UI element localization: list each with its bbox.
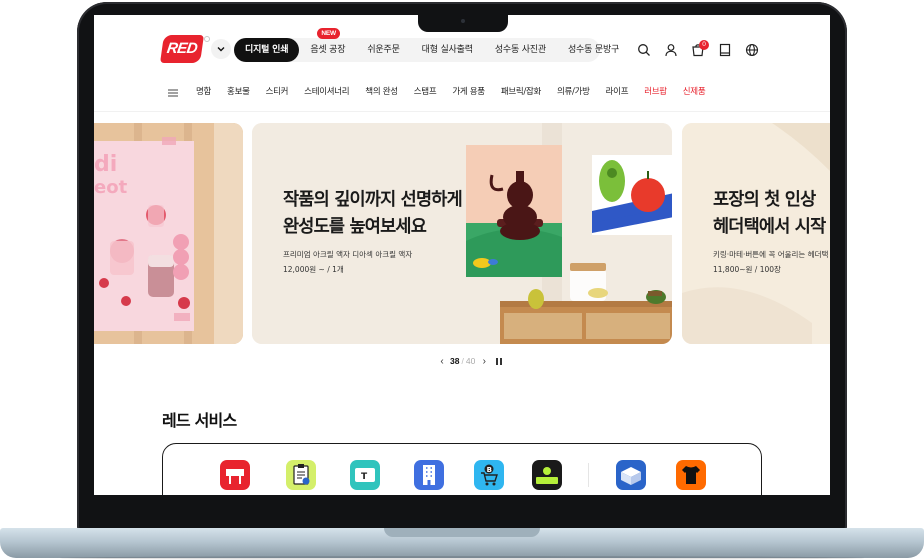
tab-large-format[interactable]: 대형 실사출력 (411, 38, 484, 62)
hero-center-title-line1: 작품의 깊이까지 선명하게 (283, 190, 463, 210)
hero-slide-prev[interactable]: di eot (94, 123, 243, 344)
hero-pager: ‹ 38 / 40 › (436, 354, 503, 368)
services-heading: 레드 서비스 (162, 411, 237, 430)
hero-center-title-line2: 완성도를 높여보세요 (283, 217, 427, 237)
new-badge: NEW (317, 28, 340, 39)
strawberry-poster-image: di eot (94, 123, 243, 344)
checklist-icon[interactable] (286, 460, 316, 490)
service-dropdown-button[interactable] (211, 39, 231, 59)
search-icon[interactable] (637, 43, 651, 57)
chevron-down-icon (217, 47, 225, 52)
svg-text:eot: eot (94, 177, 128, 198)
nav-item-lovepop[interactable]: 러브팝 (644, 84, 667, 100)
nav-item-business-card[interactable]: 명함 (196, 84, 211, 100)
top-service-tabs: 디지털 인쇄 NEW 음셋 공장 쉬운주문 대형 실사출력 성수동 사진관 성수… (234, 28, 619, 62)
shopping-cart-icon[interactable]: B (474, 460, 504, 490)
hero-right-title: 포장의 첫 인상 헤더택에서 시작 (713, 187, 826, 241)
hero-slide-current[interactable]: 작품의 깊이까지 선명하게 완성도를 높여보세요 프리미엄 아크릴 액자 디아섹… (252, 123, 672, 344)
nav-item-stationery[interactable]: 스테이셔너리 (304, 84, 349, 100)
user-icon[interactable] (664, 43, 678, 57)
camera-icon (461, 19, 465, 23)
pager-current: 38 (450, 356, 460, 366)
pager-total: 40 (465, 356, 476, 366)
nav-item-book[interactable]: 책의 완성 (365, 84, 398, 100)
nav-item-fabric[interactable]: 패브릭/잡화 (501, 84, 541, 100)
hamburger-menu-icon[interactable] (167, 87, 179, 99)
signboard-icon[interactable] (220, 460, 250, 490)
nav-item-new-products[interactable]: 신제품 (683, 84, 706, 100)
pause-icon[interactable] (496, 357, 503, 365)
camera-notch (418, 14, 508, 32)
tab-stationery[interactable]: 성수동 문방구 (557, 38, 630, 62)
browser-screen: RED 디지털 인쇄 NEW 음셋 공장 쉬운주문 대형 실사출력 성수동 사진… (94, 15, 830, 495)
tab-offset-factory[interactable]: NEW 음셋 공장 (299, 28, 356, 62)
svg-text:B: B (487, 466, 492, 474)
hero-center-title: 작품의 깊이까지 선명하게 완성도를 높여보세요 (283, 187, 463, 241)
svg-text:T: T (361, 472, 368, 482)
pager-separator: / (461, 356, 464, 366)
today-delivery-icon[interactable] (532, 460, 562, 490)
laptop-base-notch (384, 528, 540, 537)
book-icon[interactable] (718, 43, 732, 57)
tab-digital-print[interactable]: 디지털 인쇄 (234, 38, 300, 62)
hero-right-price: 11,800~원 / 100장 (713, 265, 781, 274)
hero-slide-next[interactable]: 포장의 첫 인상 헤더택에서 시작 키링·마테·버튼에 꼭 어울리는 헤더택 1… (682, 123, 830, 344)
hero-right-subtitle: 키링·마테·버튼에 꼭 어울리는 헤더택 (713, 250, 829, 259)
package-icon[interactable] (616, 460, 646, 490)
nav-item-stamp[interactable]: 스탬프 (414, 84, 437, 100)
globe-icon[interactable] (745, 43, 759, 57)
ticket-icon[interactable]: T (350, 460, 380, 490)
services-panel (162, 443, 762, 495)
services-divider (588, 463, 589, 487)
tab-photo-studio[interactable]: 성수동 사진관 (484, 38, 557, 62)
tshirt-icon[interactable] (676, 460, 706, 490)
tab-easy-order[interactable]: 쉬운주문 (356, 38, 410, 62)
nav-divider (94, 111, 830, 112)
nav-item-sticker[interactable]: 스티커 (266, 84, 289, 100)
laptop-shadow (60, 556, 864, 560)
hero-center-subtitle: 프리미엄 아크릴 액자 디아섹 아크릴 액자 (283, 250, 413, 259)
tab-label: 음셋 공장 (310, 45, 346, 55)
hero-right-title-line1: 포장의 첫 인상 (713, 190, 816, 210)
hero-right-title-line2: 헤더택에서 시작 (713, 217, 826, 237)
registered-mark-icon (204, 36, 210, 42)
hero-center-price: 12,000원 ~ / 1개 (283, 265, 344, 274)
nav-item-shop-goods[interactable]: 가게 용품 (452, 84, 485, 100)
prev-arrow-icon[interactable]: ‹ (436, 356, 448, 367)
category-nav: 명함 홍보물 스티커 스테이셔너리 책의 완성 스탬프 가게 용품 패브릭/잡화… (196, 84, 721, 100)
svg-text:di: di (94, 152, 117, 177)
cart-count-badge: 0 (699, 40, 709, 50)
building-icon[interactable] (414, 460, 444, 490)
next-arrow-icon[interactable]: › (478, 356, 490, 367)
red-logo[interactable]: RED (160, 35, 204, 63)
nav-item-life[interactable]: 라이프 (606, 84, 629, 100)
nav-item-apparel[interactable]: 의류/가방 (557, 84, 590, 100)
nav-item-promo[interactable]: 홍보물 (227, 84, 250, 100)
